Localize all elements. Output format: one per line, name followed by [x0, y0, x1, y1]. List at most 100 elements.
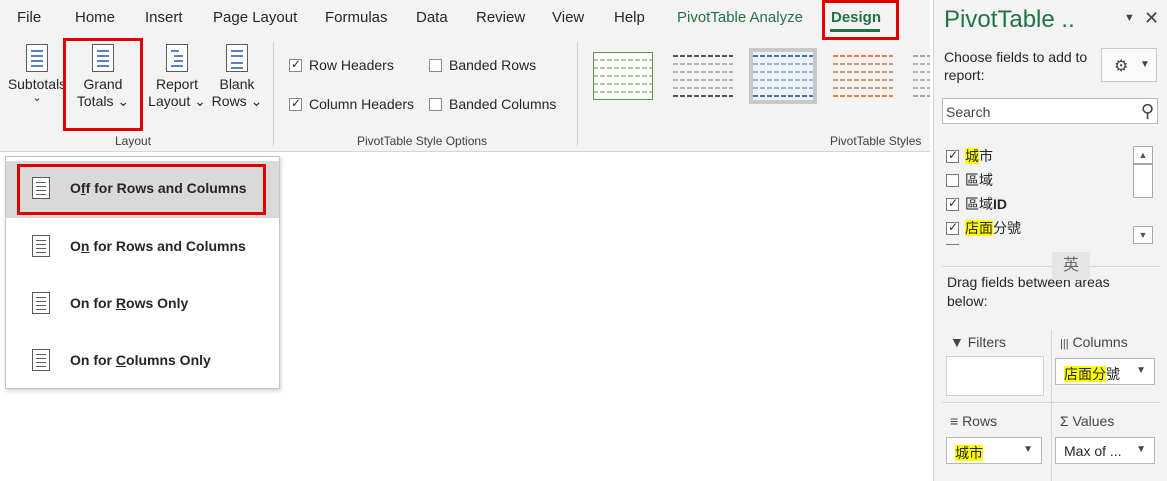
active-tab-underline — [830, 29, 880, 32]
menu-item-on-for-rows-and-columns[interactable]: On for Rows and Columns — [6, 219, 279, 276]
ribbon-tabs: File Home Insert Page Layout Formulas Da… — [0, 0, 930, 36]
pane-options-dropdown-icon[interactable]: ▼ — [1124, 12, 1135, 24]
field-item-region-id[interactable]: 區域ID — [946, 194, 1007, 214]
banded-rows-checkbox[interactable]: Banded Rows — [429, 57, 536, 73]
row-headers-checkbox[interactable]: Row Headers — [289, 57, 394, 73]
on-rows-columns-icon — [32, 235, 50, 257]
tab-review[interactable]: Review — [476, 9, 525, 26]
pivot-style-thumbnail-orange[interactable] — [829, 48, 897, 104]
values-field-pill[interactable]: Max of ... ▼ — [1055, 437, 1155, 464]
tab-view[interactable]: View — [552, 9, 584, 26]
search-placeholder: Search — [946, 104, 991, 120]
chevron-down-icon: ▼ — [1136, 444, 1146, 455]
field-item-city[interactable]: 城市 — [946, 146, 993, 166]
checkbox-empty-icon — [946, 244, 959, 245]
rows-pill-label: 城市 — [955, 445, 983, 461]
field-search-input[interactable]: Search ⚲ — [942, 98, 1158, 124]
field-list: 城市 區域 區域ID 店面分號 — [942, 140, 1158, 245]
column-headers-check-icon — [289, 96, 302, 111]
style-options-group-label: PivotTable Style Options — [357, 134, 488, 148]
checkbox-checked-icon — [946, 196, 959, 211]
tab-help[interactable]: Help — [614, 9, 645, 26]
columns-icon: ||| — [1060, 338, 1069, 350]
filters-drop-area[interactable] — [946, 356, 1044, 396]
report-layout-button[interactable]: Report Layout ⌄ — [145, 44, 209, 110]
menu-item-label: Off for Rows and Columns — [70, 180, 247, 196]
tab-home[interactable]: Home — [75, 9, 115, 26]
banded-rows-label: Banded Rows — [449, 57, 537, 73]
blank-rows-button[interactable]: Blank Rows ⌄ — [208, 44, 266, 110]
pivot-style-thumbnail-blue-selected[interactable] — [749, 48, 817, 104]
drag-fields-text: Drag fields between areas below: — [947, 274, 1110, 309]
grand-totals-icon — [92, 44, 114, 72]
field-item-region[interactable]: 區域 — [946, 170, 993, 190]
checkbox-checked-icon — [946, 148, 959, 163]
report-layout-label-line2: Layout ⌄ — [148, 93, 206, 109]
banded-columns-box-icon — [429, 98, 442, 111]
columns-header: ||| Columns — [1060, 334, 1128, 350]
row-headers-check-icon — [289, 57, 302, 72]
pivot-style-thumbnail-gray[interactable] — [669, 48, 737, 104]
columns-pill-label: 店面分號 — [1064, 366, 1120, 382]
scroll-thumb[interactable] — [1133, 164, 1153, 198]
gear-icon: ⚙ — [1114, 58, 1129, 75]
tab-file[interactable]: File — [17, 9, 41, 26]
grand-totals-button[interactable]: Grand Totals ⌄ — [70, 44, 136, 110]
field-list-scrollbar[interactable]: ▲ ▼ — [1133, 146, 1153, 244]
scroll-up-icon[interactable]: ▲ — [1133, 146, 1153, 164]
group-separator — [577, 42, 578, 146]
blank-rows-label-line2: Rows ⌄ — [211, 93, 263, 109]
banded-columns-checkbox[interactable]: Banded Columns — [429, 96, 556, 112]
pivot-style-green-icon — [593, 52, 653, 100]
banded-columns-label: Banded Columns — [449, 96, 557, 112]
grand-totals-menu: Off for Rows and Columns On for Rows and… — [5, 156, 280, 389]
layout-group-label: Layout — [115, 134, 152, 148]
menu-item-label: On for Rows Only — [70, 295, 189, 311]
styles-group-label: PivotTable Styles — [830, 134, 922, 148]
tab-data[interactable]: Data — [416, 9, 448, 26]
report-layout-icon — [166, 44, 188, 72]
report-layout-label-line1: Report — [155, 76, 199, 92]
ribbon: Subtotals ⌄ Grand Totals ⌄ Report Layout… — [0, 36, 930, 152]
tab-design[interactable]: Design — [831, 9, 881, 26]
pivot-style-blue-icon — [753, 52, 813, 100]
rows-field-pill[interactable]: 城市 ▼ — [946, 437, 1042, 464]
tab-page-layout[interactable]: Page Layout — [213, 9, 297, 26]
pivot-style-gray-icon — [673, 55, 733, 97]
on-rows-only-icon — [32, 292, 50, 314]
checkbox-empty-icon — [946, 174, 959, 187]
tab-pivottable-analyze[interactable]: PivotTable Analyze — [677, 9, 803, 26]
tab-formulas[interactable]: Formulas — [325, 9, 388, 26]
ime-indicator: 英 — [1052, 252, 1090, 280]
pane-title: PivotTable .. — [944, 6, 1075, 33]
chevron-down-icon: ▼ — [1140, 59, 1150, 70]
menu-item-on-for-rows-only[interactable]: On for Rows Only — [6, 276, 279, 333]
field-item-store-number[interactable]: 店面分號 — [946, 218, 1021, 238]
group-separator — [273, 42, 274, 146]
menu-item-on-for-columns-only[interactable]: On for Columns Only — [6, 333, 279, 390]
field-settings-button[interactable]: ⚙ ▼ — [1101, 48, 1157, 82]
columns-field-pill[interactable]: 店面分號 ▼ — [1055, 358, 1155, 385]
chevron-down-icon: ▼ — [1023, 444, 1033, 455]
pivot-style-orange-icon — [833, 52, 893, 100]
scroll-down-icon[interactable]: ▼ — [1133, 226, 1153, 244]
blank-rows-label-line1: Blank — [219, 76, 255, 92]
tab-insert[interactable]: Insert — [145, 9, 183, 26]
grand-totals-label-line1: Grand — [83, 76, 123, 92]
pivot-style-thumbnail-partial[interactable] — [909, 48, 930, 104]
subtotals-button[interactable]: Subtotals ⌄ — [6, 44, 68, 104]
subtotals-icon — [26, 44, 48, 72]
pivot-style-partial-icon — [913, 55, 930, 97]
field-item-partial[interactable] — [946, 242, 965, 245]
rows-icon: ≡ — [950, 413, 959, 429]
pivot-style-thumbnail-green[interactable] — [589, 48, 657, 104]
blank-rows-icon — [226, 44, 248, 72]
off-rows-columns-icon — [32, 177, 50, 199]
column-headers-checkbox[interactable]: Column Headers — [289, 96, 414, 112]
choose-fields-text: Choose fields to add to report: — [944, 49, 1088, 83]
values-pill-label: Max of ... — [1064, 443, 1122, 459]
rows-header: ≡ Rows — [950, 413, 998, 429]
menu-item-off-for-rows-and-columns[interactable]: Off for Rows and Columns — [6, 161, 279, 218]
sigma-icon: Σ — [1060, 413, 1069, 429]
close-icon[interactable]: ✕ — [1144, 8, 1159, 29]
